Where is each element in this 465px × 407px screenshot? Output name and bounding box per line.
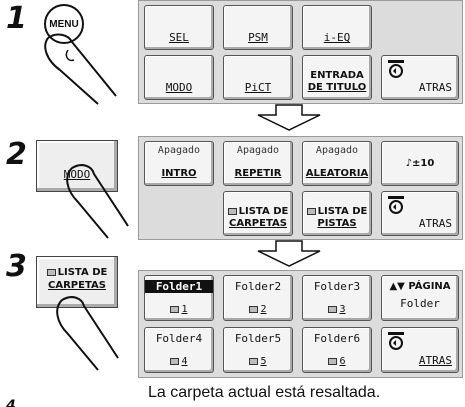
screen-step1: SEL PSM i-EQ MODO PiCT ENTRADA DE TITULO… <box>138 0 463 104</box>
folder-icon <box>170 306 180 313</box>
folder-button-4[interactable]: Folder4 4 <box>144 327 214 373</box>
pointing-finger-icon <box>56 296 119 371</box>
screen-step2: Apagado INTRO Apagado REPETIR Apagado AL… <box>138 136 463 240</box>
folder-button-2[interactable]: Folder2 2 <box>223 275 293 321</box>
step-number-1: 1 <box>6 1 27 36</box>
step-number-2: 2 <box>6 137 27 172</box>
folder-icon <box>249 358 259 365</box>
folder-icon <box>249 306 259 313</box>
folder-button-5[interactable]: Folder5 5 <box>223 327 293 373</box>
folder-icon <box>46 269 56 276</box>
modo-button[interactable]: MODO <box>144 55 214 100</box>
intro-button[interactable]: Apagado INTRO <box>144 141 214 186</box>
step-number-4: 4 <box>6 398 16 407</box>
entrada-de-titulo-button[interactable]: ENTRADA DE TITULO <box>302 55 372 100</box>
lista-de-pistas-button[interactable]: LISTA DE PISTAS <box>302 191 372 236</box>
lista-de-carpetas-side-label: LISTA DE CARPETAS <box>46 267 108 291</box>
track-list-icon <box>306 208 316 215</box>
pagina-button[interactable]: ▲▼ PÁGINA Folder <box>381 275 459 321</box>
return-icon <box>388 332 404 350</box>
folder-icon <box>227 208 237 215</box>
atras-button[interactable]: ATRAS <box>381 55 459 100</box>
step-number-3: 3 <box>6 249 27 284</box>
return-icon <box>388 196 404 214</box>
folder-button-6[interactable]: Folder6 6 <box>302 327 372 373</box>
lista-de-carpetas-button[interactable]: LISTA DE CARPETAS <box>223 191 293 236</box>
return-icon <box>388 60 404 78</box>
pointing-finger-icon <box>66 164 129 239</box>
folder-button-3[interactable]: Folder3 3 <box>302 275 372 321</box>
folder-icon <box>328 358 338 365</box>
volume-button[interactable]: ♪±10 <box>381 141 459 186</box>
down-arrow-icon <box>257 104 321 131</box>
page-up-down-icon: ▲▼ <box>389 281 405 292</box>
aleatoria-button[interactable]: Apagado ALEATORIA <box>302 141 372 186</box>
folder-icon <box>328 306 338 313</box>
screen-step3: Folder1 1 Folder2 2 Folder3 3 ▲▼ PÁGINA … <box>138 270 463 378</box>
pict-button[interactable]: PiCT <box>223 55 293 100</box>
caption-text: La carpeta actual está resaltada. <box>148 384 381 401</box>
psm-button[interactable]: PSM <box>223 5 293 50</box>
folder-button-1[interactable]: Folder1 1 <box>144 275 214 321</box>
ieq-button[interactable]: i-EQ <box>302 5 372 50</box>
atras-button[interactable]: ATRAS <box>381 327 459 373</box>
sel-button[interactable]: SEL <box>144 5 214 50</box>
folder-icon <box>170 358 180 365</box>
atras-button[interactable]: ATRAS <box>381 191 459 236</box>
down-arrow-icon <box>257 240 321 267</box>
repetir-button[interactable]: Apagado REPETIR <box>223 141 293 186</box>
pointing-finger-icon <box>44 33 117 105</box>
